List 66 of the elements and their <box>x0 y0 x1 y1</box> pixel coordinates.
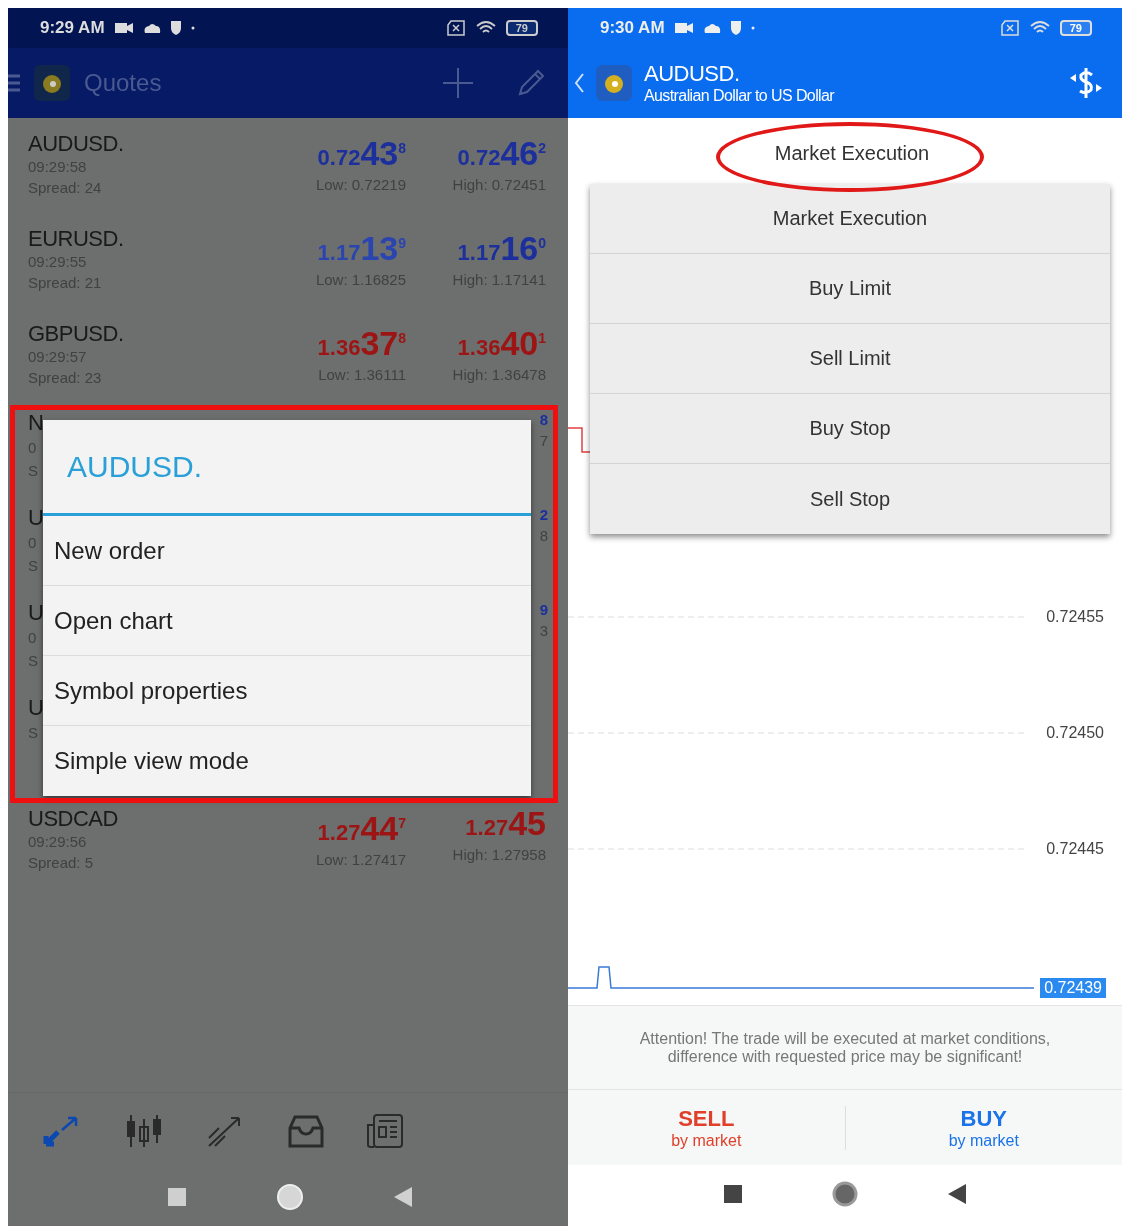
bid-price: 1.3637$^{8}$ <box>317 323 406 364</box>
video-camera-icon <box>674 23 693 33</box>
warning-text: Attention! The trade will be executed at market conditions, difference with requested price may be significant! <box>568 1005 1122 1090</box>
dot-icon <box>190 26 195 30</box>
symbol-description: Australian Dollar to US Dollar <box>644 87 835 105</box>
symbol-title: AUDUSD. <box>644 61 741 87</box>
menu-item[interactable]: New order <box>43 516 531 586</box>
symbol-name: AUDUSD. <box>28 132 125 156</box>
current-price-label: 0.72439 <box>1040 978 1106 998</box>
dot-icon <box>750 26 755 30</box>
covered-text: 2 <box>539 506 548 523</box>
order-type-option[interactable]: Sell Stop <box>590 464 1110 534</box>
back-icon[interactable] <box>948 1184 966 1204</box>
home-icon[interactable] <box>831 1180 859 1208</box>
sim-icon <box>445 20 466 36</box>
sim-icon <box>999 20 1020 36</box>
trade-button[interactable]: SELL by market <box>568 1104 845 1151</box>
symbol-name: USDCAD <box>28 807 119 831</box>
ask-price: 1.2745 <box>465 807 546 844</box>
ask-price: 1.3640$^{1}$ <box>457 323 546 364</box>
covered-text: U <box>28 696 44 720</box>
menu-item[interactable]: Symbol properties <box>43 656 531 726</box>
price-axis-label: 0.72455 <box>1046 608 1104 626</box>
cloud-icon <box>142 23 161 33</box>
bid-price: 1.2744$^{7}$ <box>317 808 406 849</box>
order-type-option[interactable]: Buy Limit <box>590 254 1110 324</box>
order-type-option[interactable]: Buy Stop <box>590 394 1110 464</box>
bid-price: 1.1713$^{9}$ <box>317 228 406 269</box>
screen-title: Quotes <box>84 69 162 97</box>
status-time: 9:29 AM <box>40 18 105 38</box>
price-axis-label: 0.72445 <box>1046 840 1104 858</box>
covered-text: U <box>28 601 44 625</box>
back-chevron-icon[interactable] <box>574 73 584 93</box>
newspaper-icon <box>366 1112 404 1149</box>
order-type-option[interactable]: Market Execution <box>590 184 1110 254</box>
menu-item[interactable]: Simple view mode <box>43 726 531 796</box>
ask-price: 1.1716$^{0}$ <box>457 228 546 269</box>
shield-icon <box>170 21 181 35</box>
order-type-option[interactable]: Sell Limit <box>590 324 1110 394</box>
price-axis-label: 0.72450 <box>1046 724 1104 742</box>
app-logo-icon <box>596 65 632 101</box>
menu-item[interactable]: Open chart <box>43 586 531 656</box>
symbol-name: GBPUSD. <box>28 322 125 346</box>
menu-icon[interactable] <box>8 74 20 92</box>
video-camera-icon <box>114 23 133 33</box>
covered-text: N <box>28 411 44 435</box>
shield-icon <box>730 21 741 35</box>
add-icon[interactable] <box>442 67 474 99</box>
ask-price: 0.7246$^{2}$ <box>457 133 546 174</box>
trade-button[interactable]: BUY by market <box>845 1104 1122 1151</box>
dollar-exchange-icon[interactable] <box>1068 66 1104 100</box>
status-time: 9:30 AM <box>600 18 665 38</box>
covered-text: U <box>28 506 44 530</box>
ask-price-line <box>568 427 591 453</box>
inbox-icon <box>286 1113 325 1148</box>
menu-title: AUDUSD. <box>43 420 531 516</box>
covered-text: 9 <box>539 601 548 618</box>
edit-icon[interactable] <box>516 68 546 98</box>
app-logo-icon <box>34 65 70 101</box>
symbol-name: EURUSD. <box>28 227 125 251</box>
bid-price: 0.7243$^{8}$ <box>317 133 406 174</box>
covered-text: 8 <box>539 411 548 428</box>
order-type-dropdown[interactable]: Market Execution <box>768 140 936 166</box>
battery-level: 79 <box>505 20 538 36</box>
cloud-icon <box>702 23 721 33</box>
battery-level: 79 <box>1059 20 1092 36</box>
